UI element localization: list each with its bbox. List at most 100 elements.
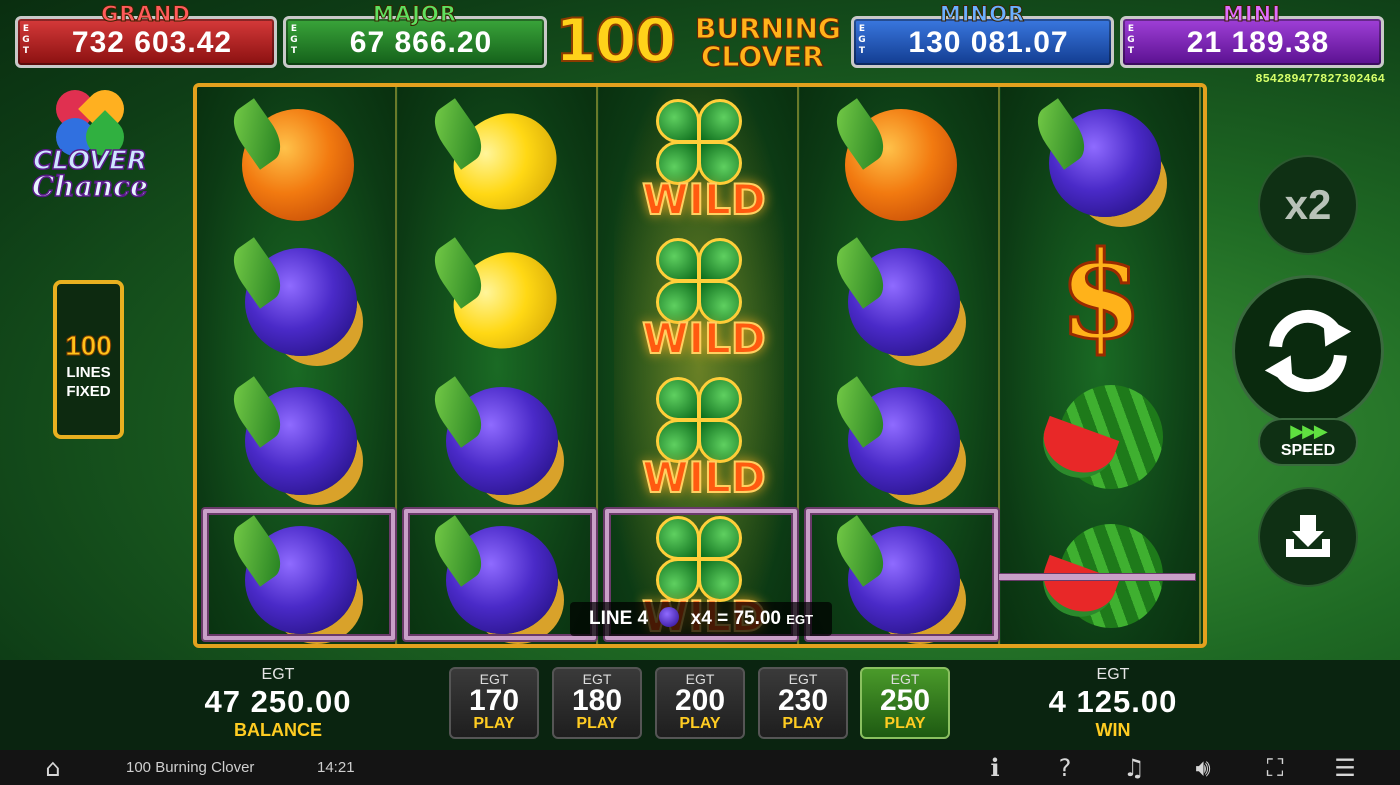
multiplier-label: x2 [1284,181,1332,228]
jackpot-mini-egt: EGT [1127,24,1135,56]
menu-icon[interactable]: ☰ [1330,754,1360,782]
help-icon[interactable]: ? [1050,754,1080,782]
bet-value: 200 [674,684,726,717]
reel-cell: WILD [599,365,799,504]
line-win-currency: EGT [786,612,814,627]
reel-cell [398,87,598,226]
bet-button-180[interactable]: EGT 180 PLAY [552,667,642,739]
line-win-amount: x4 = 75.00 [690,608,781,629]
win-highlight-frame [404,509,596,640]
game-title-word2: CLOVER [701,40,825,74]
reel-cell [197,226,397,365]
jackpot-major-egt: EGT [290,24,298,56]
clover-icon [654,236,744,326]
win-line-indicator [998,573,1196,581]
bet-value: 170 [468,684,520,717]
reel-cell: $ [1001,225,1201,367]
reel-cell [800,87,1000,226]
wild-label: WILD [641,452,767,503]
bet-value: 180 [571,684,623,717]
lines-fixed-indicator: 100 LINES FIXED [53,280,124,439]
balance-value: 47 250.00 [204,684,352,719]
win-highlight-frame [806,509,998,640]
reel-cell [1001,365,1201,504]
lines-label-1: LINES [66,364,111,381]
dollar-icon: $ [1058,225,1145,367]
jackpot-major-label: MAJOR [373,2,457,27]
jackpot-grand-label: GRAND [101,2,191,27]
win-display: EGT 4 125.00 WIN [1033,666,1193,741]
speed-arrows-icon: ▶▶▶ [1290,421,1328,441]
balance-label: BALANCE [234,720,322,740]
spin-button[interactable] [1232,275,1384,427]
jackpot-mini-value: 21 189.38 [1186,26,1330,59]
win-currency: EGT [1096,666,1130,683]
bet-button-200[interactable]: EGT 200 PLAY [655,667,745,739]
reel-area: WILDWILDWILDWILD$ [193,83,1207,648]
win-label: WIN [1095,720,1131,740]
jackpot-minor-value: 130 081.07 [908,26,1069,59]
music-icon[interactable]: ♫ [1119,754,1149,782]
bet-play-label: PLAY [473,715,515,732]
clover-icon [654,375,744,465]
multiplier-button[interactable]: x2 [1258,155,1358,255]
lines-count: 100 [65,330,113,362]
reel-cell [398,226,598,365]
clover-chance-line2: Chance [31,169,149,204]
line-win-line: LINE 4 [588,608,649,629]
win-highlight-frame [203,509,395,640]
reel-5: $ [1001,87,1201,644]
jackpot-mini: MINI EGT 21 189.38 [1120,2,1384,68]
status-bar: ⌂ 100 Burning Clover 14:21 i ? ♫ 🔊︎ ⛶ ☰ [0,750,1400,785]
jackpot-minor-label: MINOR [939,2,1026,27]
bet-play-label: PLAY [782,715,824,732]
line-win-banner: LINE 4 x4 = 75.00 EGT [570,602,832,636]
jackpot-grand-egt: EGT [22,24,30,56]
status-time: 14:21 [317,759,355,776]
bet-play-label: PLAY [576,715,618,732]
home-icon[interactable]: ⌂ [38,754,68,782]
reel-cell [197,87,397,226]
speed-label: SPEED [1280,442,1336,459]
collect-button[interactable] [1258,487,1358,587]
ticket-id: 854289477827302464 [1255,72,1385,86]
reel-cell [197,365,397,504]
bet-value: 230 [777,684,829,717]
bet-button-250[interactable]: EGT 250 PLAY [860,667,950,739]
jackpot-minor-egt: EGT [858,24,866,56]
clover-chance-logo: CLOVER Chance [30,82,150,208]
bet-play-label: PLAY [679,715,721,732]
refresh-icon [1264,309,1352,393]
fullscreen-icon[interactable]: ⛶ [1260,754,1290,782]
bet-button-230[interactable]: EGT 230 PLAY [758,667,848,739]
jackpot-mini-label: MINI [1222,2,1282,27]
bet-value: 250 [879,684,931,717]
collect-tray-icon [1286,515,1330,557]
jackpot-major-value: 67 866.20 [349,26,493,59]
bet-button-170[interactable]: EGT 170 PLAY [449,667,539,739]
status-game-name: 100 Burning Clover [126,759,255,776]
bottom-panel: EGT 47 250.00 BALANCE EGT 170 PLAY EGT 180 PL… [0,660,1400,750]
jackpot-major: MAJOR EGT 67 866.20 [283,2,547,68]
win-value: 4 125.00 [1048,684,1178,719]
lines-label-2: FIXED [66,383,111,400]
bet-play-label: PLAY [884,715,926,732]
balance-currency: EGT [261,666,295,683]
reel-cell: WILD [599,87,799,226]
reel-cell [800,365,1000,504]
reel-cell [398,365,598,504]
jackpot-grand-value: 732 603.42 [71,26,233,59]
jackpot-minor: MINOR EGT 130 081.07 [851,2,1114,68]
jackpot-grand: GRAND EGT 732 603.42 [15,2,277,68]
reel-cell [1001,87,1201,226]
clover-icon [654,97,744,187]
reel-cell [800,226,1000,365]
wild-label: WILD [641,313,767,364]
volume-icon[interactable]: 🔊︎ [1188,754,1218,782]
wild-label: WILD [641,174,767,225]
plum-icon [659,607,680,627]
balance-display: EGT 47 250.00 BALANCE [198,666,358,741]
game-title-number: 100 [554,5,677,77]
speed-button[interactable]: ▶▶▶ SPEED [1258,418,1358,466]
info-icon[interactable]: i [980,754,1010,782]
